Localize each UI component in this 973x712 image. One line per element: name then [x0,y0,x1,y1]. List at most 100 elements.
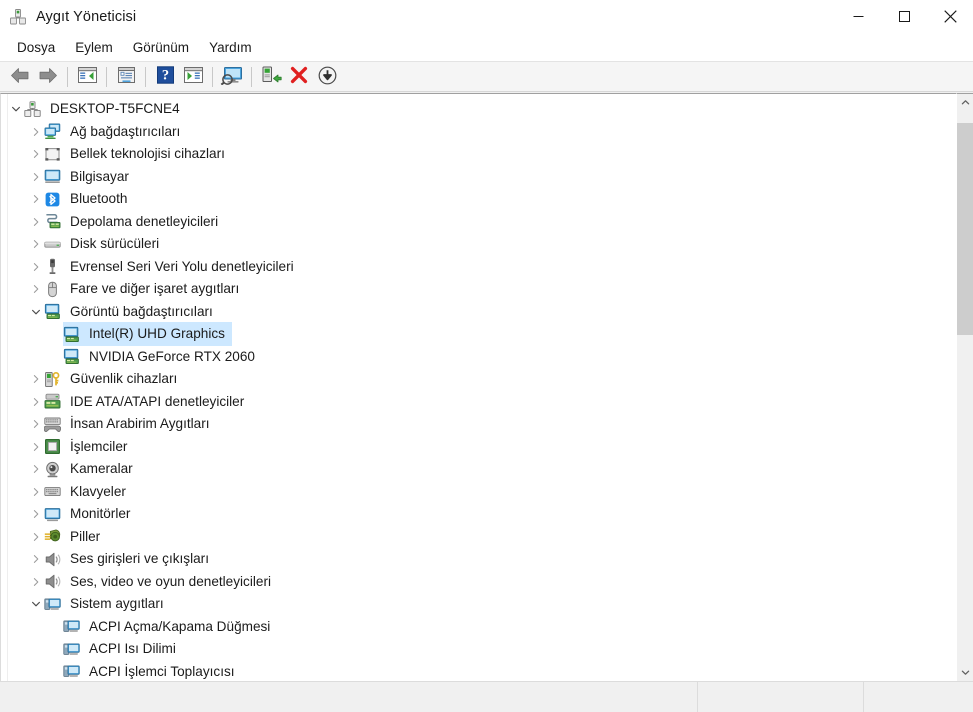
tree-row-content: Intel(R) UHD Graphics [63,322,232,347]
toolbar-separator-4 [212,66,213,87]
tree-row-intel-uhd-graphics[interactable]: Intel(R) UHD Graphics [1,322,956,347]
tree-row-keyboards[interactable]: Klavyeler [1,481,956,504]
chevron-right-icon[interactable] [27,526,44,548]
toolbar-uninstall-device[interactable] [285,64,313,90]
tree-row-content: Güvenlik cihazları [27,367,184,391]
tree-row-audio-inputs-outputs[interactable]: Ses girişleri ve çıkışları [1,548,956,571]
minimize-button[interactable] [835,0,881,33]
chevron-down-icon [961,664,970,682]
chevron-right-icon[interactable] [27,413,44,435]
tree-row-content: Ağ bağdaştırıcıları [27,120,187,144]
chevron-right-icon[interactable] [27,143,44,165]
tree-row-ide-controllers[interactable]: IDE ATA/ATAPI denetleyiciler [1,391,956,414]
toolbar-enable-device[interactable] [257,64,285,90]
tree-row-label: Sistem aygıtları [70,596,164,612]
ide-controller-icon [44,393,61,410]
menu-gorunum[interactable]: Görünüm [123,37,199,59]
chevron-right-icon[interactable] [27,211,44,233]
chevron-right-icon[interactable] [27,458,44,480]
maximize-button[interactable] [881,0,927,33]
scrollbar-down-button[interactable] [957,664,973,681]
human-interface-device-icon [44,416,61,433]
tree-row-security-devices[interactable]: Güvenlik cihazları [1,368,956,391]
help-icon: ? [156,66,175,87]
toolbar: ? [0,61,973,92]
tree-row-sound-video-game-controllers[interactable]: Ses, video ve oyun denetleyicileri [1,571,956,594]
tree-row-human-interface-devices[interactable]: İnsan Arabirim Aygıtları [1,413,956,436]
chevron-right-icon[interactable] [27,548,44,570]
tree-row-root[interactable]: DESKTOP-T5FCNE4 [1,98,956,121]
menu-eylem[interactable]: Eylem [65,37,123,59]
tree-row-content: NVIDIA GeForce RTX 2060 [63,345,262,369]
scrollbar-track[interactable] [957,111,973,664]
scrollbar-up-button[interactable] [957,94,973,111]
chevron-right-icon[interactable] [27,121,44,143]
toolbar-update-driver[interactable] [218,64,246,90]
chevron-down-icon[interactable] [27,593,44,615]
tree-row-label: ACPI İşlemci Toplayıcısı [89,663,235,679]
toolbar-help[interactable]: ? [151,64,179,90]
chevron-right-icon[interactable] [27,233,44,255]
chevron-right-icon[interactable] [27,166,44,188]
bluetooth-icon [44,191,61,208]
update-driver-icon [220,66,244,88]
tree-row-network-adapters[interactable]: Ağ bağdaştırıcıları [1,121,956,144]
toolbar-scan-changes[interactable] [179,64,207,90]
window-title: Aygıt Yöneticisi [36,8,137,25]
tree-row-system-devices[interactable]: Sistem aygıtları [1,593,956,616]
chevron-down-icon[interactable] [27,301,44,323]
scrollbar-thumb[interactable] [957,123,973,335]
tree-row-label: Monitörler [70,506,131,522]
tree-row-monitors[interactable]: Monitörler [1,503,956,526]
chevron-right-icon[interactable] [27,368,44,390]
tree-row-usb-controllers[interactable]: Evrensel Seri Veri Yolu denetleyicileri [1,256,956,279]
device-manager-icon [9,8,27,26]
tree-row-label: Evrensel Seri Veri Yolu denetleyicileri [70,258,294,274]
tree-row-content: Disk sürücüleri [27,232,166,256]
chevron-right-icon[interactable] [27,188,44,210]
content-area: DESKTOP-T5FCNE4 Ağ bağdaştırıcıları Bell… [0,92,973,681]
toolbar-separator-5 [251,66,252,87]
tree-row-acpi-power-button[interactable]: ACPI Açma/Kapama Düğmesi [1,616,956,639]
menu-dosya[interactable]: Dosya [7,37,65,59]
tree-row-storage-controllers[interactable]: Depolama denetleyicileri [1,211,956,234]
tree-row-disk-drives[interactable]: Disk sürücüleri [1,233,956,256]
toolbar-properties[interactable] [112,64,140,90]
tree-row-content: Bilgisayar [27,165,136,189]
chevron-right-icon[interactable] [27,503,44,525]
tree-row-label: Ses girişleri ve çıkışları [70,551,209,567]
chevron-right-icon[interactable] [27,278,44,300]
battery-icon [44,528,61,545]
tree-row-computer[interactable]: Bilgisayar [1,166,956,189]
vertical-scrollbar[interactable] [956,93,973,681]
uninstall-device-icon [290,66,308,87]
chevron-right-icon[interactable] [27,571,44,593]
tree-row-display-adapters[interactable]: Görüntü bağdaştırıcıları [1,301,956,324]
chevron-right-icon[interactable] [27,436,44,458]
device-tree[interactable]: DESKTOP-T5FCNE4 Ağ bağdaştırıcıları Bell… [0,93,956,681]
tree-row-content: İşlemciler [27,435,134,459]
tree-row-label: DESKTOP-T5FCNE4 [50,101,180,117]
tree-row-acpi-processor-aggregator[interactable]: ACPI İşlemci Toplayıcısı [1,661,956,682]
system-device-icon [63,618,80,635]
tree-row-bluetooth[interactable]: Bluetooth [1,188,956,211]
tree-row-cameras[interactable]: Kameralar [1,458,956,481]
tree-row-batteries[interactable]: Piller [1,526,956,549]
tree-row-nvidia-geforce-rtx-2060[interactable]: NVIDIA GeForce RTX 2060 [1,346,956,369]
tree-row-memory-technology[interactable]: Bellek teknolojisi cihazları [1,143,956,166]
menu-yardim[interactable]: Yardım [199,37,262,59]
chevron-right-icon[interactable] [27,481,44,503]
chevron-right-icon[interactable] [27,391,44,413]
toolbar-back[interactable] [6,64,34,90]
tree-row-acpi-thermal-zone[interactable]: ACPI Isı Dilimi [1,638,956,661]
back-arrow-icon [10,67,30,87]
chevron-down-icon[interactable] [7,98,24,120]
tree-row-mice[interactable]: Fare ve diğer işaret aygıtları [1,278,956,301]
toolbar-disable-device[interactable] [313,64,341,90]
close-button[interactable] [927,0,973,33]
toolbar-console-tree[interactable] [73,64,101,90]
tree-row-processors[interactable]: İşlemciler [1,436,956,459]
storage-controller-icon [44,213,61,230]
chevron-right-icon[interactable] [27,256,44,278]
toolbar-forward[interactable] [34,64,62,90]
